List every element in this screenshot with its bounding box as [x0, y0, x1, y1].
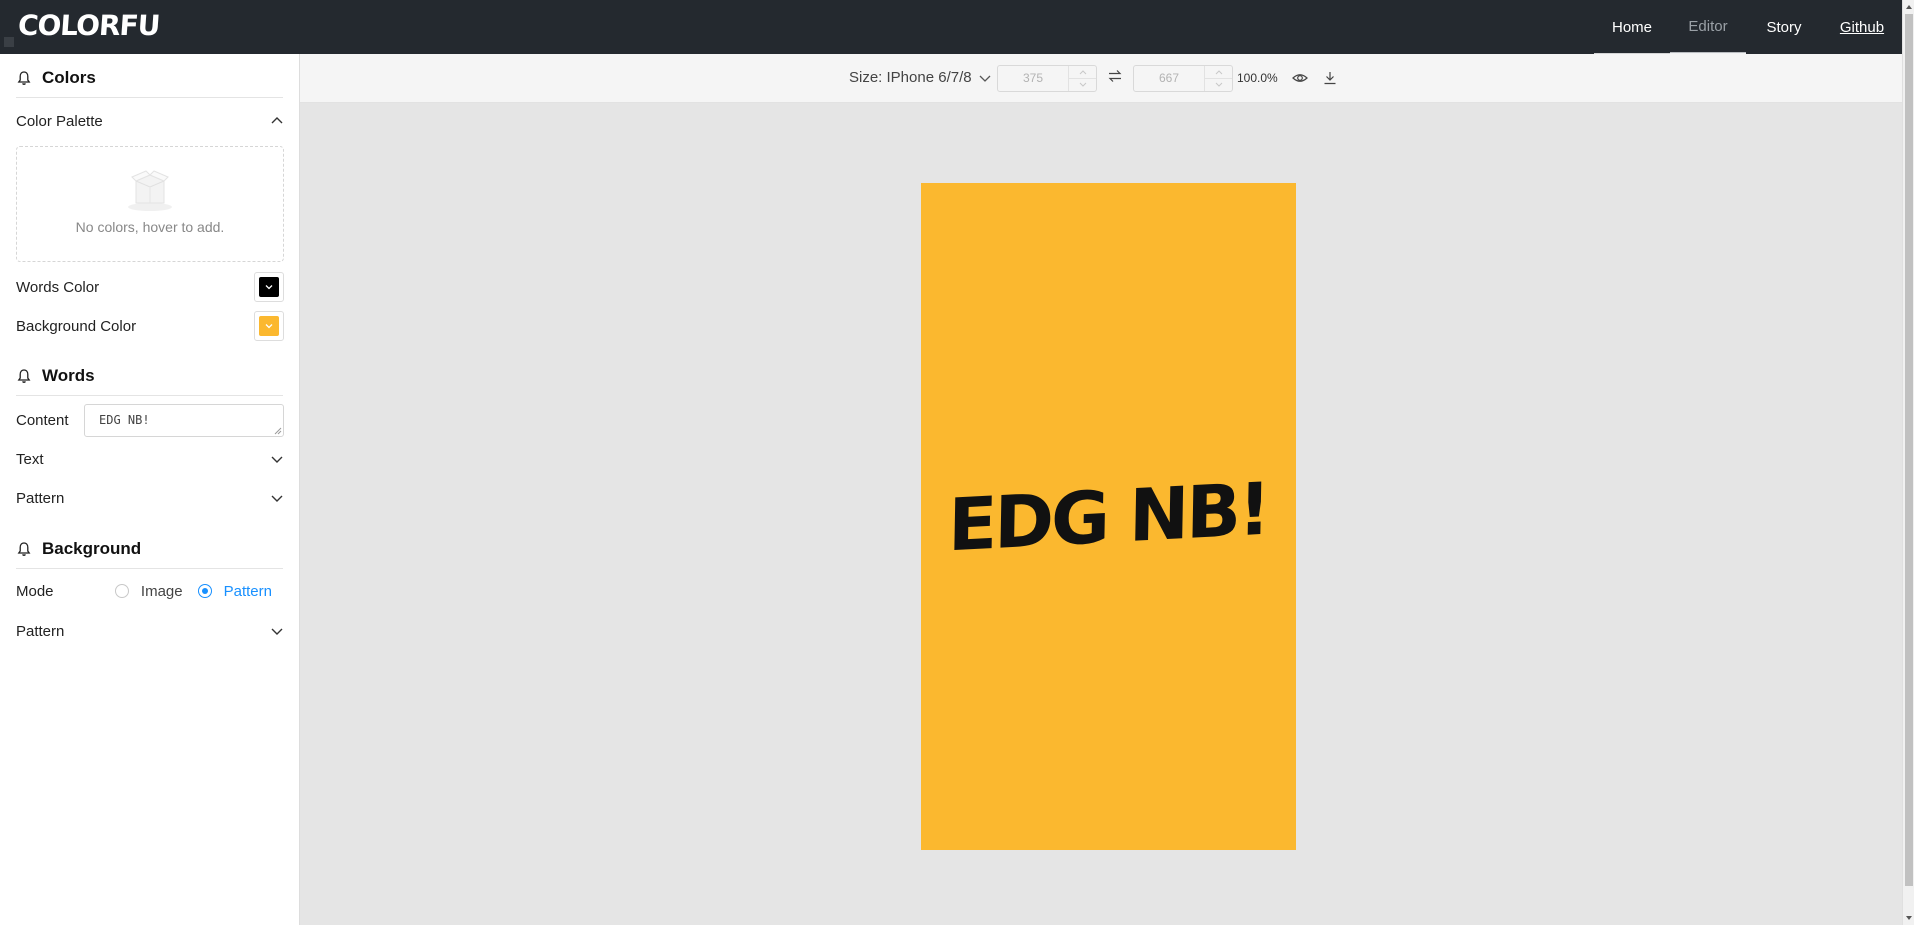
words-pattern-toggle[interactable]: Pattern — [16, 483, 284, 513]
chevron-down-icon[interactable] — [270, 624, 284, 638]
width-stepper[interactable] — [1068, 66, 1096, 91]
nav-editor[interactable]: Editor — [1670, 0, 1746, 54]
bell-icon — [17, 368, 31, 383]
chevron-down-icon[interactable] — [270, 452, 284, 466]
color-palette-dropzone[interactable]: No colors, hover to add. — [16, 146, 284, 262]
chevron-down-icon — [265, 285, 273, 290]
width-input[interactable]: 375 — [997, 65, 1097, 92]
background-color-picker[interactable] — [254, 311, 284, 341]
top-header: COLORFU Home Editor Story Github — [0, 0, 1902, 55]
settings-sidebar: Colors Color Palette No colors, hover to… — [0, 54, 300, 925]
bell-icon — [17, 70, 31, 85]
editor-toolbar: Size: IPhone 6/7/8 375 667 100.0% — [300, 54, 1902, 103]
download-icon[interactable] — [1322, 70, 1338, 86]
section-title-text: Background — [42, 538, 142, 558]
chevron-up-icon[interactable] — [270, 114, 284, 128]
words-color-picker[interactable] — [254, 272, 284, 302]
color-palette-toggle[interactable]: Color Palette — [16, 106, 284, 136]
wallpaper-preview[interactable]: EDG NB! — [921, 183, 1296, 850]
chevron-down-icon[interactable] — [270, 491, 284, 505]
palette-empty-text: No colors, hover to add. — [75, 219, 225, 235]
stepper-up-icon[interactable] — [1205, 66, 1232, 78]
chevron-down-icon — [979, 75, 991, 82]
text-label: Text — [16, 450, 44, 468]
mode-image-radio[interactable] — [114, 584, 129, 598]
mode-radio-group: Image Pattern — [114, 583, 272, 600]
content-textarea[interactable]: EDG NB! — [84, 404, 284, 437]
mode-pattern-radio[interactable] — [197, 584, 212, 598]
height-input[interactable]: 667 — [1133, 65, 1233, 92]
background-color-row: Background Color — [16, 311, 284, 341]
swap-dimensions-icon[interactable] — [1107, 68, 1123, 84]
words-section-title: Words — [16, 356, 283, 396]
scrollbar-thumb[interactable] — [1905, 14, 1913, 886]
background-color-swatch[interactable] — [259, 316, 279, 336]
mode-row: Mode Image Pattern — [16, 576, 284, 606]
words-pattern-label: Pattern — [16, 489, 65, 507]
words-color-swatch[interactable] — [259, 277, 279, 297]
width-value: 375 — [1022, 71, 1044, 85]
stepper-down-icon[interactable] — [1205, 78, 1232, 90]
mode-label: Mode — [16, 582, 54, 600]
device-size-select[interactable]: Size: IPhone 6/7/8 — [849, 69, 992, 86]
text-toggle[interactable]: Text — [16, 444, 284, 474]
nav-home[interactable]: Home — [1594, 0, 1670, 54]
app-logo[interactable]: COLORFU — [17, 9, 161, 42]
canvas-area: EDG NB! — [300, 103, 1902, 925]
scroll-down-arrow-icon[interactable] — [1905, 914, 1913, 922]
nav-story[interactable]: Story — [1746, 0, 1822, 54]
words-color-row: Words Color — [16, 272, 284, 302]
zoom-level: 100.0% — [1237, 71, 1278, 85]
words-color-label: Words Color — [16, 278, 100, 296]
color-palette-label: Color Palette — [16, 112, 103, 130]
section-title-text: Words — [42, 365, 95, 385]
background-color-label: Background Color — [16, 317, 137, 335]
resize-grip-icon[interactable] — [274, 427, 282, 435]
bell-icon — [17, 541, 31, 556]
mode-pattern-label[interactable]: Pattern — [224, 583, 272, 600]
mode-image-label[interactable]: Image — [141, 583, 183, 600]
page-scrollbar[interactable] — [1902, 0, 1914, 925]
stepper-up-icon[interactable] — [1069, 66, 1096, 78]
preview-text: EDG NB! — [947, 466, 1270, 567]
background-pattern-toggle[interactable]: Pattern — [16, 616, 284, 646]
background-section-title: Background — [16, 529, 283, 569]
content-label-row: Content — [16, 405, 76, 435]
background-pattern-label: Pattern — [16, 622, 65, 640]
content-value: EDG NB! — [99, 413, 150, 427]
stepper-down-icon[interactable] — [1069, 78, 1096, 90]
colors-section-title: Colors — [16, 58, 283, 98]
empty-box-icon — [128, 170, 172, 211]
logo-corner-mark — [4, 37, 14, 47]
scroll-up-arrow-icon[interactable] — [1905, 3, 1913, 11]
nav-github[interactable]: Github — [1822, 0, 1902, 54]
device-size-label: Size: IPhone 6/7/8 — [849, 69, 972, 86]
section-title-text: Colors — [42, 67, 96, 87]
content-label: Content — [16, 411, 69, 429]
height-stepper[interactable] — [1204, 66, 1232, 91]
height-value: 667 — [1158, 71, 1180, 85]
chevron-down-icon — [265, 324, 273, 329]
eye-icon[interactable] — [1292, 70, 1308, 86]
